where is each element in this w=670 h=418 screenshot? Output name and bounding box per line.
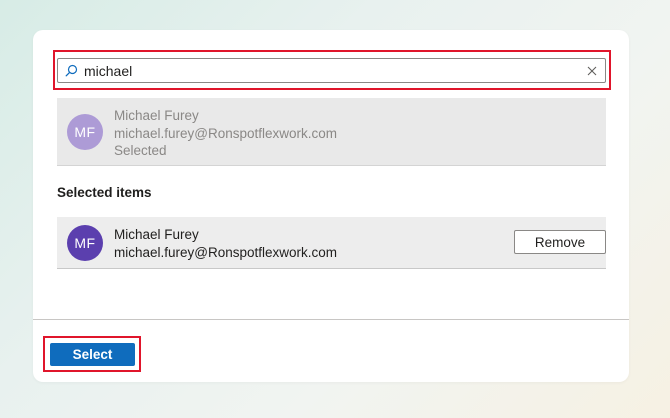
selected-item-email: michael.furey@Ronspotflexwork.com	[114, 244, 338, 260]
close-icon[interactable]	[586, 65, 598, 77]
avatar: MF	[67, 225, 103, 261]
search-result-name: Michael Furey	[114, 108, 199, 123]
search-icon	[64, 64, 78, 78]
search-box[interactable]	[57, 58, 606, 83]
selected-items-heading: Selected items	[57, 185, 152, 200]
search-result-details: Michael Furey michael.furey@Ronspotflexw…	[114, 107, 337, 160]
selected-item-details: Michael Furey michael.furey@Ronspotflexw…	[114, 226, 337, 261]
select-button[interactable]: Select	[50, 343, 135, 366]
search-result-item[interactable]: MF Michael Furey michael.furey@Ronspotfl…	[57, 98, 606, 166]
footer-divider	[33, 319, 629, 320]
avatar: MF	[67, 114, 103, 150]
selected-item-name: Michael Furey	[114, 227, 199, 242]
people-picker-panel: MF Michael Furey michael.furey@Ronspotfl…	[33, 30, 629, 382]
selected-item: MF Michael Furey michael.furey@Ronspotfl…	[57, 217, 606, 269]
remove-button[interactable]: Remove	[514, 230, 606, 254]
search-result-status: Selected	[114, 143, 167, 158]
search-input[interactable]	[84, 62, 586, 79]
search-result-email: michael.furey@Ronspotflexwork.com	[114, 125, 338, 141]
